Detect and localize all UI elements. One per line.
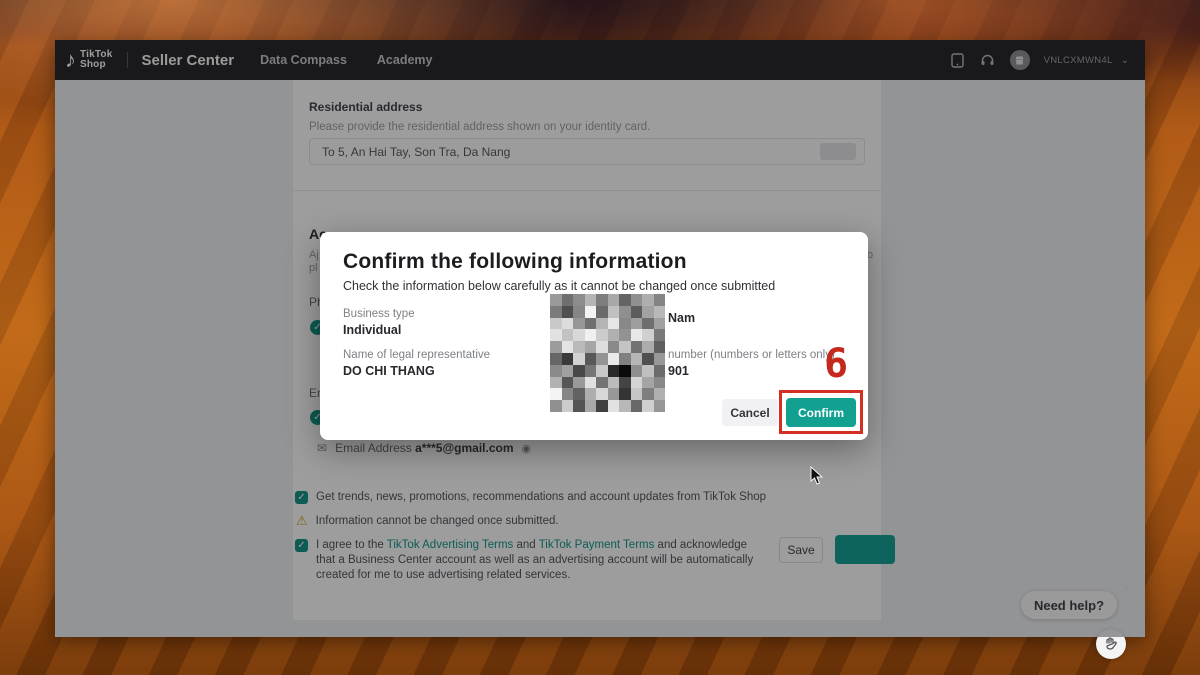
annotation-step-number: 6 bbox=[824, 344, 848, 384]
legal-representative-value: DO CHI THANG bbox=[343, 364, 490, 378]
id-number-label-fragment: number (numbers or letters only) bbox=[668, 349, 835, 361]
modal-subtitle: Check the information below carefully as… bbox=[343, 279, 775, 293]
censored-mosaic bbox=[550, 294, 665, 412]
mouse-cursor bbox=[810, 466, 824, 491]
business-type-label: Business type bbox=[343, 308, 415, 320]
nationality-value-fragment: Nam bbox=[668, 311, 695, 325]
screen: ♪ TikTokShop Seller Center Data Compass … bbox=[0, 0, 1200, 675]
modal-title: Confirm the following information bbox=[343, 250, 687, 274]
legal-representative-field: Name of legal representative DO CHI THAN… bbox=[343, 349, 490, 378]
legal-representative-label: Name of legal representative bbox=[343, 349, 490, 361]
cancel-button[interactable]: Cancel bbox=[722, 399, 778, 426]
help-hand-icon bbox=[1103, 636, 1119, 652]
business-type-field: Business type Individual bbox=[343, 308, 415, 337]
id-number-field-fragment: number (numbers or letters only) 901 bbox=[668, 349, 835, 378]
annotation-highlight-rect bbox=[779, 390, 863, 434]
business-type-value: Individual bbox=[343, 323, 415, 337]
id-number-value-fragment: 901 bbox=[668, 364, 835, 378]
